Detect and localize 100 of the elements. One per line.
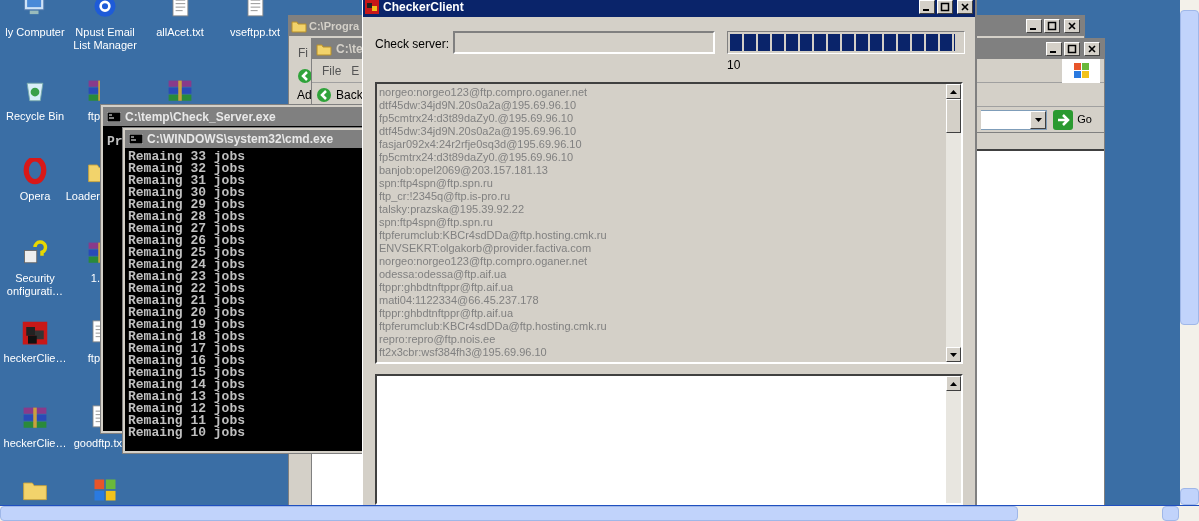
menu-item[interactable]: Fi [298,44,308,62]
log-entry: norgeo:norgeo123@ftp.compro.oganer.net [379,255,588,268]
back-button[interactable]: Back [316,85,363,104]
desktop-icon-label: ftp [87,352,100,365]
log-entry: spn:ftp4spn@ftp.spn.ru [379,177,493,190]
console-line: Remaing 17 jobs [128,343,246,355]
cubes-icon [365,0,379,14]
down-triangle-icon [950,352,957,357]
window-title: C:\temp\Check_Server.exe [125,108,276,126]
maximize-button[interactable] [1064,42,1080,56]
console-line: Remaing 30 jobs [128,187,246,199]
log-entry: fasjar092x4:24r2rfje0sq3d@195.69.96.10 [379,138,582,151]
maximize-icon [1046,21,1058,31]
log-entry: banjob:opel2069@203.157.181.13 [379,164,548,177]
console-line: Remaing 28 jobs [128,211,246,223]
scroll-up-button[interactable] [946,84,961,99]
minimize-icon [1050,51,1056,53]
folder-icon [291,19,307,33]
console-line: Remaing 12 jobs [128,403,246,415]
scroll-thumb[interactable] [0,506,1018,521]
maximize-button[interactable] [937,0,953,14]
desktop-icon-label: Npust Email List Manager [72,26,138,52]
desktop-icon-label: 1. [90,272,100,285]
console-line: Remaing 32 jobs [128,163,246,175]
minimize-icon [923,9,929,11]
console-line: Remaing 26 jobs [128,235,246,247]
console-line: Remaing 16 jobs [128,355,246,367]
console-line: Remaing 24 jobs [128,259,246,271]
log-entry: ftppr:ghbdtnftppr@ftp.aif.ua [379,281,514,294]
server-field[interactable] [453,31,716,54]
console-line: Remaing 13 jobs [128,391,246,403]
console-icon [107,111,121,122]
console-line: Remaing 31 jobs [128,175,246,187]
log-entry: dtf45dw:34jd9N.20s0a2a@195.69.96.10 [379,125,577,138]
menu-item[interactable]: File [322,61,342,80]
maximize-button[interactable] [1044,19,1060,33]
log-entry: talsky:prazska@195.39.92.22 [379,203,525,216]
console-line: Remaing 21 jobs [128,295,246,307]
scrollbar[interactable] [946,84,961,362]
console-line: Remaing 15 jobs [128,367,246,379]
log-entry: dtf45dw:34jd9N.20s0a2a@195.69.96.10 [379,99,577,112]
desktop-icon-label: Loader [65,190,100,203]
log-entry: fp5cmtrx24:d3t89daZy0.@195.69.96.10 [379,112,573,125]
close-icon [959,2,971,12]
minimize-button[interactable] [1026,19,1042,33]
up-triangle-icon [950,89,957,94]
minimize-button[interactable] [1046,42,1062,56]
close-icon [1086,44,1098,54]
horizontal-scrollbar[interactable] [0,505,1199,521]
scroll-thumb[interactable] [1180,10,1199,325]
log-entry: ftppr:ghbdtnftppr@ftp.aif.ua [379,307,514,320]
maximize-icon [939,2,951,12]
log-entry: fp5cmtrx24:d3t89daZy0.@195.69.96.10 [379,151,573,164]
log-entry: ft2x3cbr:wsf384fh3@195.69.96.10 [379,346,547,359]
window-title: C:\WINDOWS\system32\cmd.exe [147,131,334,148]
log-entry: odessa:odessa@ftp.aif.ua [379,268,507,281]
desktop-icon-label: heckerClie… [2,352,68,365]
maximize-icon [1066,44,1078,54]
console-line: Remaing 33 jobs [128,151,246,163]
desktop-icon-label: Recycle Bin [4,110,66,123]
minimize-icon [1030,28,1036,30]
vertical-scrollbar[interactable] [1180,0,1199,505]
console-line: Remaing 23 jobs [128,271,246,283]
console-line: Remaing 10 jobs [128,427,246,439]
progress-count: 10 [727,57,741,74]
desktop-icon-label: allAcet.txt [155,26,205,39]
up-triangle-icon [950,381,957,386]
desktop-icon-label: heckerClie… [2,437,68,450]
desktop-icon-label: ftp [87,110,100,123]
window-title: CheckerClient [383,0,464,16]
log-entry: repro:repro@ftp.nois.ee [379,333,496,346]
close-button[interactable] [1084,42,1100,56]
console-line: Remaing 22 jobs [128,283,246,295]
log-entry: ftpferumclub:KBCr4sdDDa@ftp.hosting.cmk.ru [379,320,607,333]
console-line: Remaing 27 jobs [128,223,246,235]
scroll-up-button[interactable] [946,376,961,391]
scrollbar[interactable] [946,376,961,503]
menu-item[interactable]: E [351,61,360,80]
desktop-icon-label: Security onfigurati… [5,272,65,298]
go-button[interactable]: Go [1053,109,1092,130]
minimize-button[interactable] [919,0,935,14]
console-line: Remaing 25 jobs [128,247,246,259]
desktop-icon-label: vseftpp.txt [228,26,282,39]
close-button[interactable] [1064,19,1080,33]
close-button[interactable] [957,0,973,14]
window-title: C:\Progra [309,18,360,34]
check-server-label: Check server: [375,36,450,53]
log-entry: ftp_cr:!2345q@ftp.is-pro.ru [379,190,510,203]
log-entry: ENVSEKRT:olgakorb@provider.factiva.com [379,242,592,255]
dropdown-button[interactable] [1030,110,1047,129]
desktop-icon-label: goodftp.tx [73,437,122,450]
console-output: Pr [107,134,123,149]
desktop-icon-label: ly Computer [4,26,66,39]
log-entry: norgeo:norgeo123@ftp.compro.oganer.net [379,86,588,99]
console-line: Remaing 18 jobs [128,331,246,343]
console-line: Remaing 20 jobs [128,307,246,319]
address-field[interactable] [981,109,1048,130]
console-line: Remaing 14 jobs [128,379,246,391]
console-icon [129,134,143,144]
down-triangle-icon [1034,117,1042,122]
